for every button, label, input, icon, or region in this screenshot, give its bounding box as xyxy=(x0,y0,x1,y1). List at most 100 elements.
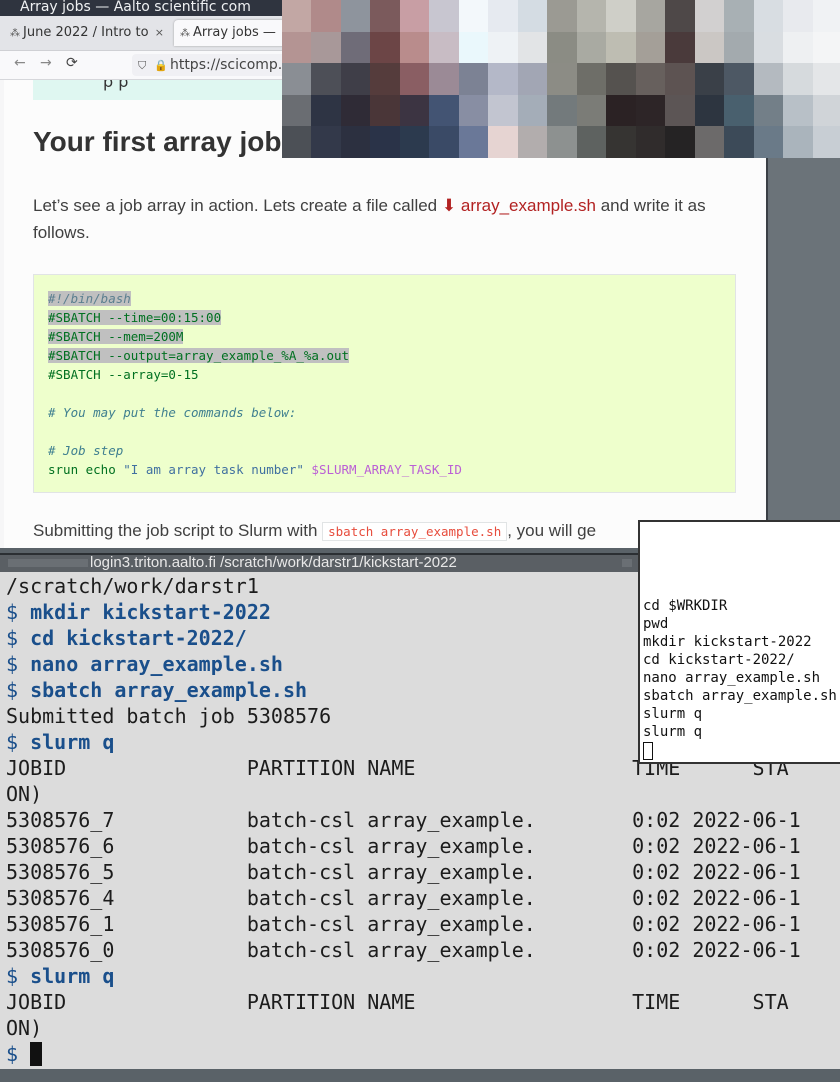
terminal-line: ON) xyxy=(6,782,43,806)
mosaic-cell xyxy=(517,63,548,95)
mosaic-cell xyxy=(576,94,607,127)
terminal-title: login3.triton.aalto.fi /scratch/work/dar… xyxy=(90,554,457,571)
history-line: sbatch array_example.sh xyxy=(643,688,837,704)
history-line: mkdir kickstart-2022 xyxy=(643,634,812,650)
tab-intro[interactable]: ⁂ June 2022 / Intro to × xyxy=(4,20,168,46)
command: cd kickstart-2022/ xyxy=(30,626,247,650)
mosaic-cell xyxy=(753,94,784,127)
download-link[interactable]: ⬇ array_example.sh xyxy=(442,196,596,215)
code-token: $SLURM_ARRAY_TASK_ID xyxy=(311,462,462,477)
mosaic-cell xyxy=(399,94,430,127)
mosaic-cell xyxy=(517,126,548,158)
job-row: 5308576_5 batch-csl array_example. 0:02 … xyxy=(6,860,801,884)
mosaic-cell xyxy=(576,31,607,64)
terminal-line: JOBID PARTITION NAME TIME STA xyxy=(6,990,789,1014)
mosaic-cell xyxy=(340,94,371,127)
mosaic-cell xyxy=(812,63,840,95)
code-block[interactable]: #!/bin/bash #SBATCH --time=00:15:00 #SBA… xyxy=(33,274,736,493)
mosaic-cell xyxy=(724,94,754,127)
prompt: $ xyxy=(6,678,19,702)
mosaic-cell xyxy=(429,94,459,127)
mosaic-cell xyxy=(635,0,666,32)
mosaic-cell xyxy=(282,0,312,32)
mosaic-cell xyxy=(606,63,636,95)
back-icon[interactable]: ← xyxy=(14,55,26,71)
job-row: 5308576_6 batch-csl array_example. 0:02 … xyxy=(6,834,801,858)
terminal-line: Submitted batch job 5308576 xyxy=(6,704,332,728)
history-line: slurm q xyxy=(643,706,703,722)
lock-icon: 🔒 xyxy=(154,59,168,72)
code-token: "I am array task number" xyxy=(123,462,304,477)
mosaic-cell xyxy=(635,126,666,158)
mosaic-cell xyxy=(340,0,371,32)
tab-array-jobs[interactable]: ⁂ Array jobs — xyxy=(174,20,294,46)
reload-icon[interactable]: ⟳ xyxy=(66,55,78,71)
code-line: #SBATCH --time=00:15:00 xyxy=(48,310,222,325)
mosaic-cell xyxy=(370,31,400,64)
terminal-line: $ mkdir kickstart-2022 xyxy=(6,599,271,625)
job-row: 5308576_4 batch-csl array_example. 0:02 … xyxy=(6,886,801,910)
code-line: #!/bin/bash xyxy=(48,291,131,306)
prompt: $ xyxy=(6,730,19,754)
submit-text: Submitting the job script to Slurm with xyxy=(33,521,323,540)
title-bar-handle xyxy=(622,559,632,567)
prompt: $ xyxy=(6,1042,19,1066)
mosaic-cell xyxy=(635,94,666,127)
mosaic-cell xyxy=(783,126,813,158)
terminal-prompt-line[interactable]: $ xyxy=(6,1041,43,1067)
mosaic-cell xyxy=(694,0,725,32)
mosaic-cell xyxy=(635,31,666,64)
mosaic-cell xyxy=(370,63,400,95)
mosaic-cell xyxy=(399,31,430,64)
mosaic-cell xyxy=(458,31,489,64)
command-history-window[interactable]: cd $WRKDIR pwd mkdir kickstart-2022 cd k… xyxy=(638,520,840,764)
mosaic-cell xyxy=(458,0,489,32)
code-line: # You may put the commands below: xyxy=(48,405,297,420)
mosaic-cell xyxy=(783,94,813,127)
download-link-label: array_example.sh xyxy=(460,196,596,215)
prompt: $ xyxy=(6,626,19,650)
mosaic-cell xyxy=(812,31,840,64)
mosaic-cell xyxy=(429,63,459,95)
job-row: 5308576_7 batch-csl array_example. 0:02 … xyxy=(6,808,801,832)
mosaic-cell xyxy=(547,0,577,32)
url-text: https://scicomp. xyxy=(169,57,283,73)
mosaic-cell xyxy=(635,63,666,95)
mosaic-cell xyxy=(665,63,695,95)
history-line: cd kickstart-2022/ xyxy=(643,652,795,668)
tab-close-icon[interactable]: × xyxy=(155,20,164,46)
history-cursor xyxy=(643,742,653,760)
mosaic-cell xyxy=(665,94,695,127)
mosaic-cell xyxy=(488,31,518,64)
mosaic-cell xyxy=(458,126,489,158)
mosaic-cell xyxy=(812,126,840,158)
mosaic-cell xyxy=(783,63,813,95)
window-title: Array jobs — Aalto scientific com xyxy=(20,0,251,15)
mosaic-cell xyxy=(429,0,459,32)
webcam-video-feed xyxy=(282,0,840,158)
mosaic-cell xyxy=(399,0,430,32)
command: mkdir kickstart-2022 xyxy=(30,600,271,624)
terminal-line: /scratch/work/darstr1 xyxy=(6,574,259,598)
mosaic-cell xyxy=(724,63,754,95)
terminal-cursor xyxy=(30,1042,43,1066)
intro-text: Let’s see a job array in action. Lets cr… xyxy=(33,196,442,215)
mosaic-cell xyxy=(458,94,489,127)
mosaic-cell xyxy=(606,31,636,64)
mosaic-cell xyxy=(488,63,518,95)
mosaic-cell xyxy=(399,126,430,158)
aalto-favicon-icon: ⁂ xyxy=(10,28,20,39)
mosaic-cell xyxy=(694,94,725,127)
command: nano array_example.sh xyxy=(30,652,283,676)
terminal-line: ON) xyxy=(6,1016,43,1040)
mosaic-cell xyxy=(488,0,518,32)
mosaic-cell xyxy=(547,31,577,64)
history-line: pwd xyxy=(643,616,669,632)
code-line: srun echo "I am array task number" $SLUR… xyxy=(48,462,462,477)
mosaic-cell xyxy=(370,0,400,32)
mosaic-cell xyxy=(429,31,459,64)
forward-icon[interactable]: → xyxy=(40,55,52,71)
command: sbatch array_example.sh xyxy=(30,678,308,702)
terminal-line: $ nano array_example.sh xyxy=(6,651,283,677)
mosaic-cell xyxy=(753,63,784,95)
